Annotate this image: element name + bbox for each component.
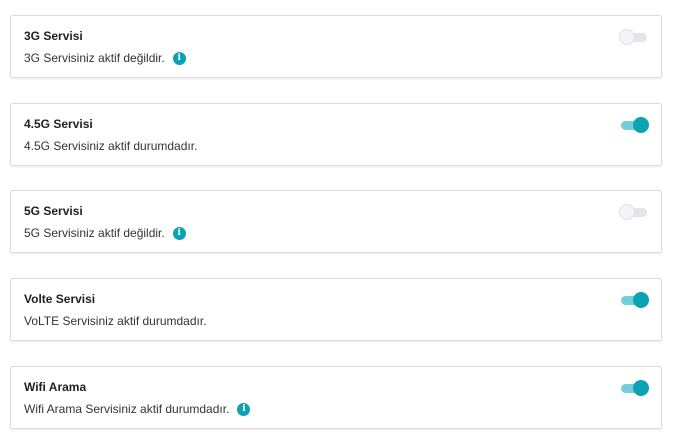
service-title: 3G Servisi bbox=[24, 29, 83, 43]
toggle-knob bbox=[633, 380, 649, 396]
service-description: 3G Servisiniz aktif değildir. bbox=[24, 51, 165, 65]
service-card-volte: Volte Servisi VoLTE Servisiniz aktif dur… bbox=[10, 278, 662, 341]
service-description: 5G Servisiniz aktif değildir. bbox=[24, 226, 165, 240]
service-description: 4.5G Servisiniz aktif durumdadır. bbox=[24, 139, 198, 153]
info-icon[interactable]: i bbox=[172, 226, 186, 240]
service-title: 4.5G Servisi bbox=[24, 117, 93, 131]
toggle-knob bbox=[619, 29, 635, 45]
service-title: 5G Servisi bbox=[24, 204, 83, 218]
service-description-row: 4.5G Servisiniz aktif durumdadır. bbox=[24, 139, 197, 153]
toggle-switch-volte[interactable] bbox=[621, 292, 649, 308]
service-list: 3G Servisi 3G Servisiniz aktif değildir.… bbox=[0, 0, 693, 441]
toggle-knob bbox=[633, 292, 649, 308]
service-card-5g: 5G Servisi 5G Servisiniz aktif değildir.… bbox=[10, 190, 662, 253]
toggle-knob bbox=[619, 204, 635, 220]
service-card-wifi-calling: Wifi Arama Wifi Arama Servisiniz aktif d… bbox=[10, 366, 662, 429]
service-description-row: 3G Servisiniz aktif değildir. i bbox=[24, 51, 186, 65]
service-card-4-5g: 4.5G Servisi 4.5G Servisiniz aktif durum… bbox=[10, 103, 662, 166]
info-icon[interactable]: i bbox=[237, 402, 251, 416]
toggle-switch-3g[interactable] bbox=[619, 29, 649, 45]
toggle-switch-4-5g[interactable] bbox=[621, 117, 649, 133]
service-description: VoLTE Servisiniz aktif durumdadır. bbox=[24, 314, 207, 328]
toggle-switch-wifi-calling[interactable] bbox=[621, 380, 649, 396]
toggle-knob bbox=[633, 117, 649, 133]
service-title: Wifi Arama bbox=[24, 380, 87, 394]
info-icon[interactable]: i bbox=[172, 51, 186, 65]
toggle-switch-5g[interactable] bbox=[619, 204, 649, 220]
service-description-row: VoLTE Servisiniz aktif durumdadır. bbox=[24, 314, 207, 328]
service-description-row: 5G Servisiniz aktif değildir. i bbox=[24, 226, 186, 240]
service-title: Volte Servisi bbox=[24, 292, 96, 306]
service-description: Wifi Arama Servisiniz aktif durumdadır. bbox=[24, 402, 230, 416]
service-description-row: Wifi Arama Servisiniz aktif durumdadır. … bbox=[24, 402, 251, 416]
service-card-3g: 3G Servisi 3G Servisiniz aktif değildir.… bbox=[10, 15, 662, 78]
